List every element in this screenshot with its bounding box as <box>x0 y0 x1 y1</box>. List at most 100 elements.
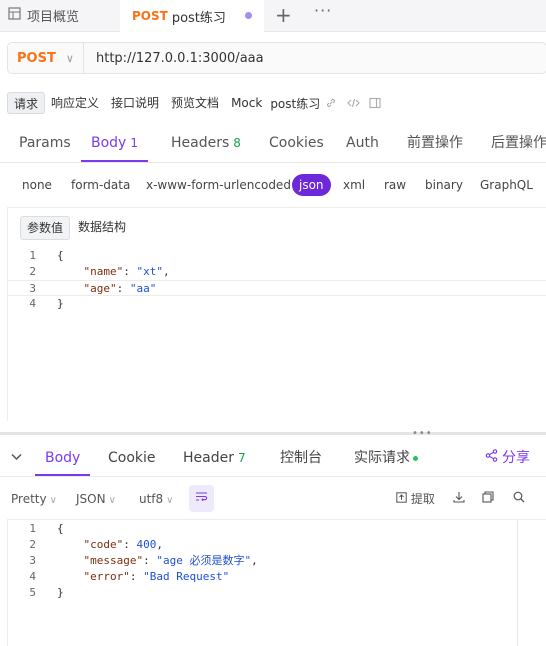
wrap-icon <box>195 491 208 506</box>
encoding-select[interactable]: utf8 ∨ <box>139 485 174 513</box>
tab-auth[interactable]: Auth <box>346 126 379 162</box>
code-icon[interactable] <box>342 97 364 109</box>
line-text: { <box>57 522 64 535</box>
chevron-down-icon: ∨ <box>65 51 74 65</box>
collapse-chevron-icon[interactable] <box>11 450 22 464</box>
json-value: "aa" <box>129 282 157 295</box>
tab-headers-label: Headers <box>171 135 230 151</box>
request-param-tabs: Params Body 1 Headers 8 Cookies Auth 前置操作 … <box>0 126 546 163</box>
method-label: POST <box>17 50 56 66</box>
code-area[interactable]: 1 { 2 "name": "xt", 3 "age": "aa" 4 } <box>8 248 546 312</box>
body-type-json[interactable]: json <box>292 174 331 196</box>
tab-cookies[interactable]: Cookies <box>269 126 324 162</box>
drag-handle-icon[interactable]: ••• <box>412 428 433 439</box>
tab-body-count: 1 <box>130 136 138 150</box>
subtab-preview-docs[interactable]: 预览文档 <box>165 92 225 114</box>
code-line-current: 3 "age": "aa" <box>8 280 546 296</box>
json-key: "age" <box>83 282 117 295</box>
code-line: 2 "code": 400, <box>8 537 528 553</box>
response-tab-cookie[interactable]: Cookie <box>108 441 156 476</box>
line-number: 1 <box>29 522 36 535</box>
line-number: 2 <box>29 538 36 551</box>
json-value: "Bad Request" <box>143 570 230 583</box>
tab-body[interactable]: Body 1 <box>81 126 148 162</box>
request-url-bar: POST ∨ http://127.0.0.1:3000/aaa <box>7 42 546 74</box>
subtab-mock[interactable]: Mock <box>225 92 268 114</box>
more-tabs-button[interactable]: ··· <box>314 1 332 20</box>
response-tab-console[interactable]: 控制台 <box>280 441 322 476</box>
share-button[interactable]: 分享 <box>485 441 530 476</box>
editor-mode-toggle: 参数值 数据结构 <box>20 216 132 240</box>
language-select[interactable]: JSON ∨ <box>76 485 116 513</box>
tab-pre-processors[interactable]: 前置操作 <box>407 126 463 162</box>
grid-icon <box>8 7 21 24</box>
line-number: 4 <box>29 297 36 310</box>
tab-post-practice[interactable]: POST post练习 <box>120 0 264 32</box>
response-body-viewer[interactable]: 1 { 2 "code": 400, 3 "message": "age 必须是… <box>7 519 546 646</box>
method-select[interactable]: POST ∨ <box>8 43 84 73</box>
search-button[interactable] <box>513 485 525 513</box>
subtab-api-description[interactable]: 接口说明 <box>105 92 165 114</box>
response-tab-header[interactable]: Header 7 <box>183 441 246 476</box>
tab-project-overview[interactable]: 项目概览 <box>8 0 79 31</box>
url-input[interactable]: http://127.0.0.1:3000/aaa <box>84 51 264 66</box>
body-type-raw[interactable]: raw <box>384 174 406 196</box>
body-type-selector: none form-data x-www-form-urlencoded jso… <box>0 174 546 196</box>
seg-schema[interactable]: 数据结构 <box>72 216 132 240</box>
new-tab-button[interactable]: + <box>275 3 292 27</box>
body-type-graphql[interactable]: GraphQL <box>480 174 533 196</box>
request-body-editor[interactable]: 参数值 数据结构 1 { 2 "name": "xt", 3 "age": "a… <box>7 207 546 421</box>
response-tab-body[interactable]: Body <box>35 441 91 476</box>
request-subtabs: 请求 响应定义 接口说明 预览文档 Mock post练习 <box>7 91 386 115</box>
response-tab-header-label: Header <box>183 450 234 466</box>
body-type-none[interactable]: none <box>22 174 52 196</box>
panel-splitter[interactable] <box>0 432 546 435</box>
line-text: "name": "xt", <box>83 265 170 278</box>
chevron-down-icon: ∨ <box>166 495 174 506</box>
tab-cookies-label: Cookies <box>269 135 324 151</box>
extract-icon <box>396 492 411 506</box>
tab-body-label: Body <box>91 135 127 151</box>
seg-values[interactable]: 参数值 <box>20 216 71 240</box>
download-button[interactable] <box>453 485 465 513</box>
json-comma: , <box>251 554 258 567</box>
response-code-area[interactable]: 1 { 2 "code": 400, 3 "message": "age 必须是… <box>8 521 528 601</box>
tab-params-label: Params <box>19 135 71 151</box>
tab-post-processors[interactable]: 后置操作 <box>491 126 546 162</box>
subtab-response-definition[interactable]: 响应定义 <box>45 92 105 114</box>
tab-auth-label: Auth <box>346 135 379 151</box>
line-number: 2 <box>29 265 36 278</box>
line-number: 4 <box>29 570 36 583</box>
tab-post-label: 后置操作 <box>491 135 546 151</box>
tab-overview-label: 项目概览 <box>27 10 80 25</box>
json-value: 400 <box>136 538 157 551</box>
extract-button[interactable]: 提取 <box>396 485 435 513</box>
tab-params[interactable]: Params <box>19 126 71 162</box>
tab-method-label: POST <box>132 9 168 23</box>
subtab-request[interactable]: 请求 <box>7 92 46 114</box>
format-select[interactable]: Pretty ∨ <box>11 485 57 513</box>
copy-button[interactable] <box>482 485 494 513</box>
tab-pre-label: 前置操作 <box>407 135 463 151</box>
vertical-scrollbar[interactable] <box>517 520 529 646</box>
json-key: "code" <box>83 538 124 551</box>
wrap-lines-button[interactable] <box>189 485 214 512</box>
code-line: 5 } <box>8 585 528 601</box>
json-key: "message" <box>83 554 144 567</box>
link-icon[interactable] <box>320 97 342 109</box>
line-text: "age": "aa" <box>83 282 157 295</box>
line-text: } <box>57 586 64 599</box>
code-line: 4 } <box>8 296 546 312</box>
code-line: 1 { <box>8 248 546 264</box>
panel-toggle-icon[interactable] <box>364 97 386 109</box>
code-line: 3 "message": "age 必须是数字", <box>8 553 528 569</box>
request-name-label[interactable]: post练习 <box>270 95 320 112</box>
body-type-urlencoded[interactable]: x-www-form-urlencoded <box>146 174 291 196</box>
chevron-down-icon: ∨ <box>108 495 116 506</box>
body-type-form-data[interactable]: form-data <box>71 174 130 196</box>
response-tab-actual-request[interactable]: 实际请求 <box>354 441 418 476</box>
body-type-xml[interactable]: xml <box>343 174 365 196</box>
body-type-binary[interactable]: binary <box>425 174 463 196</box>
tab-headers[interactable]: Headers 8 <box>171 126 241 162</box>
chevron-down-icon: ∨ <box>49 495 57 506</box>
